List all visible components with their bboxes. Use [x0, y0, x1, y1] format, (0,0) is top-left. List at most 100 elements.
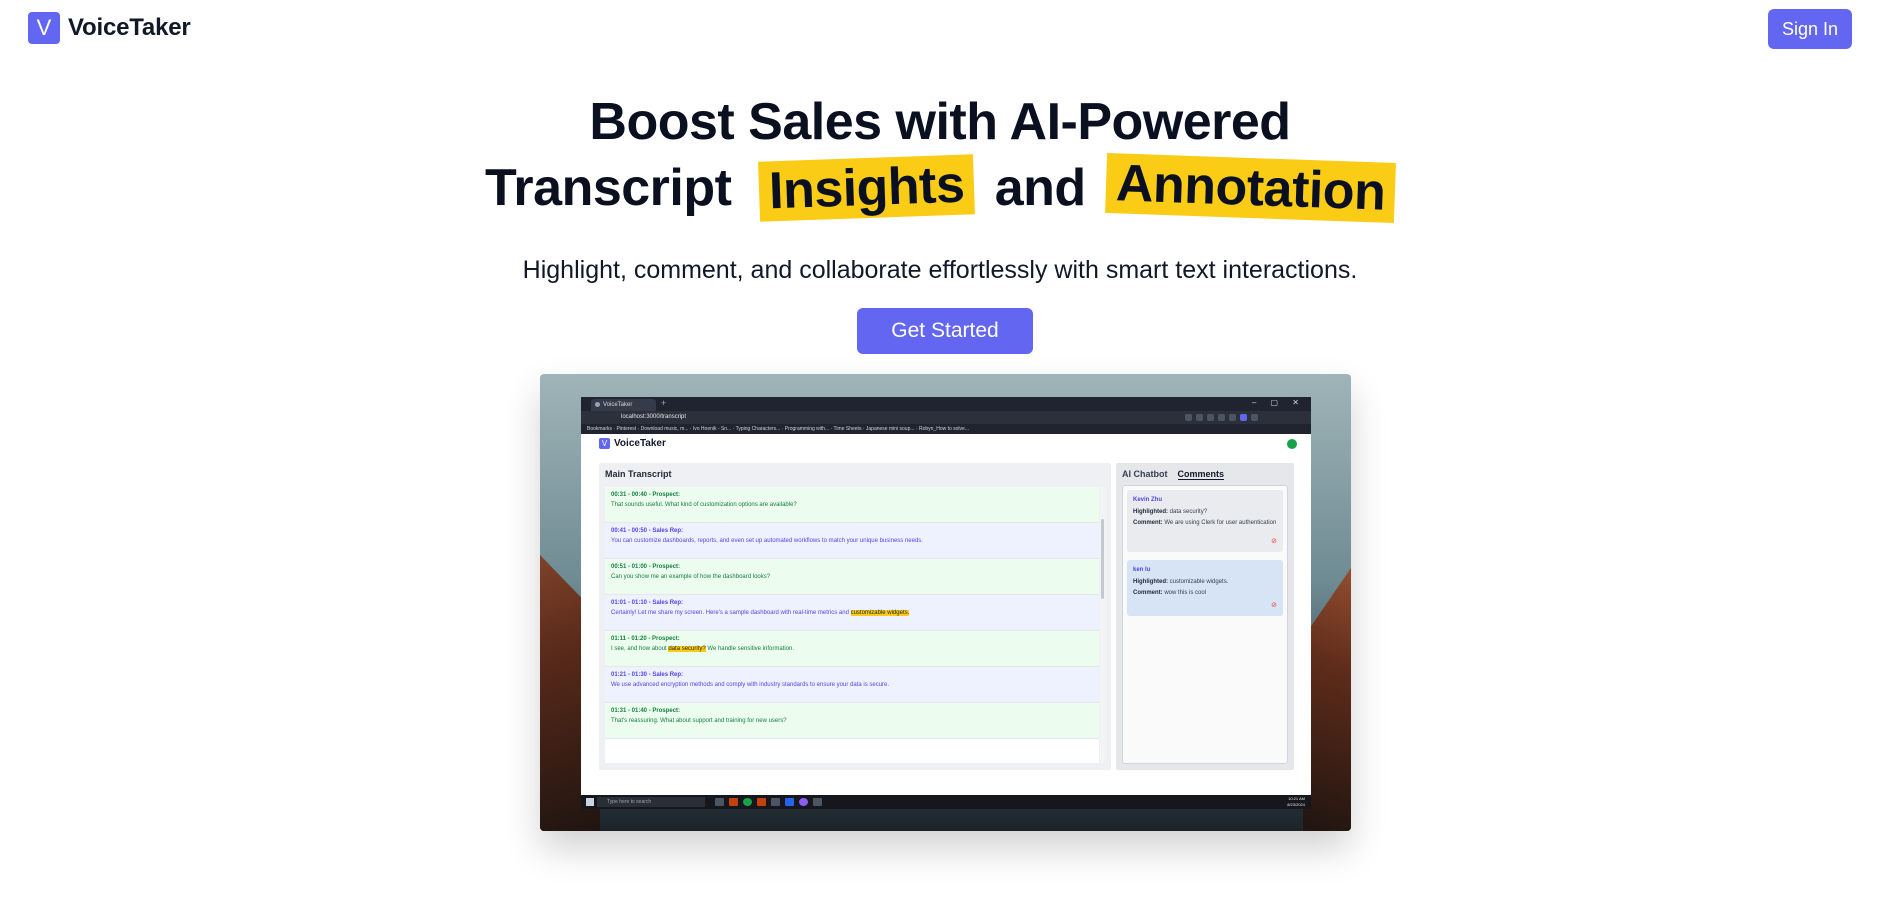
transcript-row: 01:21 - 01:30 - Sales Rep: We use advance…: [605, 667, 1099, 703]
scrollbar-thumb: [1101, 519, 1104, 599]
hero-title-line1: Boost Sales with AI-Powered: [589, 93, 1291, 151]
transcript-row-header: 00:51 - 01:00 - Prospect:: [611, 564, 681, 570]
brand-name: VoiceTaker: [68, 14, 191, 41]
browser-tab-bar: VoiceTaker + – ▢ ✕: [581, 397, 1311, 411]
transcript-row-text[interactable]: That's reassuring. What about support an…: [611, 717, 1093, 726]
browser-extensions: [1185, 414, 1303, 421]
transcript-row-text[interactable]: Certainly! Let me share my screen. Here'…: [611, 609, 1093, 618]
transcript-text: We handle sensitive information.: [705, 646, 795, 652]
user-avatar: [1287, 439, 1297, 449]
extension-icon: [1218, 414, 1225, 421]
taskbar-apps: [715, 798, 822, 806]
transcript-row: 01:31 - 01:40 - Prospect: That's reassuri…: [605, 703, 1099, 739]
app-icon: [813, 798, 822, 806]
vscode-icon: [785, 798, 794, 806]
transcript-row-text[interactable]: Can you show me an example of how the da…: [611, 573, 1093, 582]
app-logo-icon: V: [599, 438, 610, 449]
transcript-row-text[interactable]: You can customize dashboards, reports, a…: [611, 537, 1093, 546]
transcript-scrollbar: [1100, 487, 1105, 763]
comment-label: Comment:: [1133, 590, 1163, 596]
transcript-row-header: 01:01 - 01:10 - Sales Rep:: [611, 600, 684, 606]
extension-icon: [1207, 414, 1214, 421]
tab-comments: Comments: [1177, 469, 1225, 480]
highlight-insights: Insights: [758, 154, 976, 222]
extension-icon: [1196, 414, 1203, 421]
top-nav: V VoiceTaker Sign In: [0, 0, 1880, 70]
highlighted-label: Highlighted:: [1133, 509, 1168, 515]
file-explorer-icon: [715, 798, 724, 806]
get-started-button[interactable]: Get Started: [857, 308, 1033, 354]
transcript-text: That sounds useful. What kind of customi…: [611, 502, 797, 508]
transcript-row-text[interactable]: I see, and how about data security? We h…: [611, 645, 1093, 654]
transcript-text: Can you show me an example of how the da…: [611, 574, 771, 580]
hide-comment-icon: ⊘: [1271, 538, 1277, 545]
new-tab-icon: +: [661, 398, 667, 408]
profile-icon: [1240, 414, 1247, 421]
transcript-row-header: 01:31 - 01:40 - Prospect:: [611, 708, 681, 714]
transcript-text: We use advanced encryption methods and c…: [611, 682, 890, 688]
terminal-icon: [771, 798, 780, 806]
comment-text: We are using Clerk for user authenticati…: [1164, 520, 1277, 526]
transcript-text: I see, and how about: [611, 646, 669, 652]
transcript-text: You can customize dashboards, reports, a…: [611, 538, 923, 544]
hero-title-word: Transcript: [485, 159, 732, 217]
highlighted-text: customizable widgets.: [1169, 579, 1229, 585]
transcript-row-text[interactable]: We use advanced encryption methods and c…: [611, 681, 1093, 690]
comment-text: wow this is cool: [1164, 590, 1207, 596]
os-taskbar: Type here to search 10:21 AM 8/23/2024: [581, 795, 1311, 809]
highlight-annotation: Annotation: [1104, 152, 1396, 224]
sign-in-button[interactable]: Sign In: [1768, 9, 1852, 49]
comment-author: ken lu: [1133, 567, 1151, 573]
transcript-title: Main Transcript: [605, 469, 672, 479]
comment-author: Kevin Zhu: [1133, 497, 1163, 503]
browser-tab: VoiceTaker: [591, 399, 656, 411]
highlighted-span[interactable]: data security?: [668, 646, 706, 652]
transcript-row: 00:31 - 00:40 - Prospect: That sounds use…: [605, 487, 1099, 523]
extension-icon: [1185, 414, 1192, 421]
app-icon: [799, 798, 808, 806]
brand-logo[interactable]: V VoiceTaker: [28, 12, 191, 44]
transcript-row-header: 00:31 - 00:40 - Prospect:: [611, 492, 681, 498]
window-controls-icon: – ▢ ✕: [1251, 398, 1305, 407]
clock-date: 8/23/2024: [1287, 802, 1305, 807]
transcript-row-header: 01:11 - 01:20 - Prospect:: [611, 636, 680, 642]
transcript-row-text[interactable]: That sounds useful. What kind of customi…: [611, 501, 1093, 510]
hide-comment-icon: ⊘: [1271, 602, 1277, 609]
transcript-row: 00:51 - 01:00 - Prospect: Can you show me…: [605, 559, 1099, 595]
tab-favicon-icon: [595, 402, 600, 407]
browser-bookmarks-bar: Bookmarks · Pinterest · Download music, …: [581, 424, 1311, 434]
transcript-row: 01:11 - 01:20 - Prospect: I see, and how …: [605, 631, 1099, 667]
side-tabs: AI Chatbot Comments: [1122, 469, 1225, 480]
transcript-text: That's reassuring. What about support an…: [611, 718, 787, 724]
extension-icon: [1229, 414, 1236, 421]
app-brand: VoiceTaker: [614, 438, 666, 449]
transcript-panel: Main Transcript 00:31 - 00:40 - Prospect…: [599, 463, 1111, 770]
browser-tab-title: VoiceTaker: [603, 402, 633, 408]
tab-ai-chatbot: AI Chatbot: [1122, 469, 1168, 479]
comments-list: Kevin Zhu Highlighted: data security? Co…: [1122, 485, 1288, 764]
hero-title-line2: Transcript Insights and Annotation: [0, 152, 1880, 224]
extension-icon: [1251, 414, 1258, 421]
comment-label: Comment:: [1133, 520, 1163, 526]
hero-subtitle: Highlight, comment, and collaborate effo…: [522, 256, 1358, 284]
product-screenshot: VoiceTaker + – ▢ ✕ localhost:3000/transc…: [540, 374, 1351, 831]
app-view: V VoiceTaker Main Transcript 00:31 - 00:…: [581, 434, 1311, 783]
browser-url: localhost:3000/transcript: [621, 414, 687, 420]
transcript-row-header: 00:41 - 00:50 - Sales Rep:: [611, 528, 684, 534]
highlighted-span[interactable]: customizable widgets.: [850, 610, 910, 616]
app-icon: [729, 798, 738, 806]
highlighted-text: data security?: [1169, 509, 1208, 515]
taskbar-clock: 10:21 AM 8/23/2024: [1287, 796, 1305, 808]
comment-card: ken lu Highlighted: customizable widgets…: [1127, 560, 1283, 616]
app-logo: V VoiceTaker: [599, 438, 666, 449]
highlighted-label: Highlighted:: [1133, 579, 1168, 585]
browser-address-bar: localhost:3000/transcript: [581, 411, 1311, 424]
windows-start-icon: [586, 798, 594, 806]
taskbar-search: Type here to search: [597, 797, 705, 807]
transcript-row-header: 01:21 - 01:30 - Sales Rep:: [611, 672, 684, 678]
side-panel: AI Chatbot Comments Kevin Zhu Highlighte…: [1116, 463, 1294, 770]
browser-window: VoiceTaker + – ▢ ✕ localhost:3000/transc…: [581, 397, 1311, 809]
logo-icon: V: [28, 12, 60, 44]
app-icon: [757, 798, 766, 806]
spotify-icon: [743, 798, 752, 806]
